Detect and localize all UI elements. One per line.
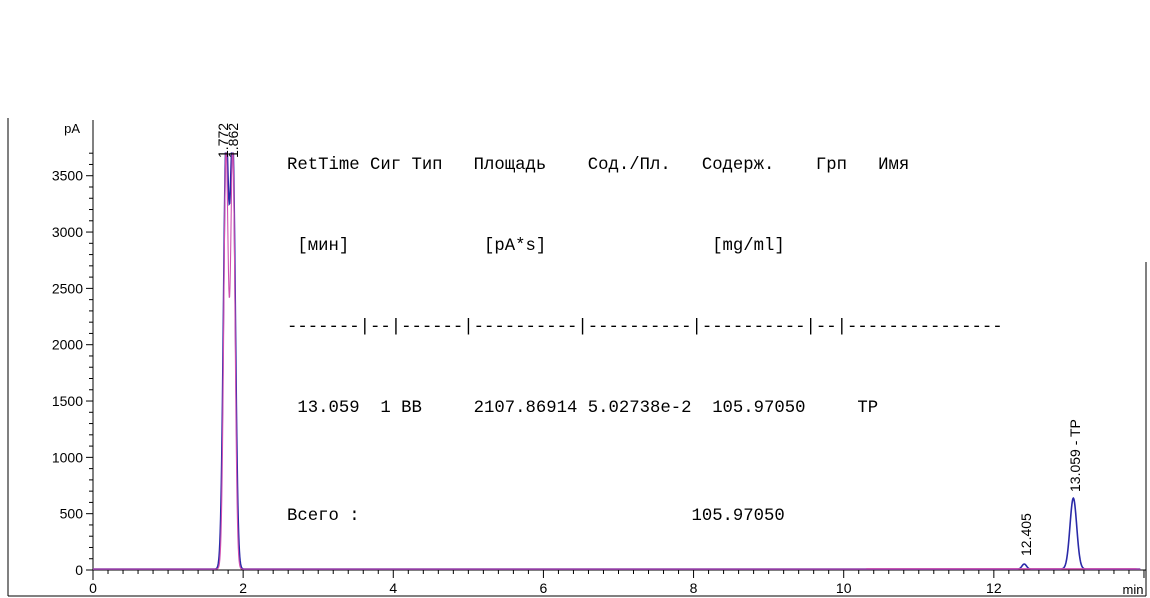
integration-report: RetTime Сиг Тип Площадь Сод./Пл. Содерж.… (287, 98, 1003, 557)
report-header-line2: [мин] [pA*s] [mg/ml] (287, 237, 785, 256)
report-header-line1: RetTime Сиг Тип Площадь Сод./Пл. Содерж.… (287, 156, 910, 175)
y-tick-label: 3000 (52, 224, 83, 240)
x-tick-label: 8 (690, 580, 698, 596)
y-tick-label: 3500 (52, 168, 83, 184)
report-separator: -------|--|------|----------|----------|… (287, 318, 1003, 337)
y-tick-label: 1000 (52, 449, 83, 465)
x-tick-label: 12 (986, 580, 1002, 596)
x-tick-label: 6 (540, 580, 548, 596)
x-tick-label: 10 (836, 580, 852, 596)
y-tick-label: 1500 (52, 393, 83, 409)
report-row: 13.059 1 BB 2107.86914 5.02738e-2 105.97… (287, 399, 879, 418)
peak-label: 12.405 (1018, 513, 1034, 556)
x-axis-unit-label: min (1123, 582, 1144, 597)
x-tick-label: 4 (389, 580, 397, 596)
y-tick-label: 2500 (52, 280, 83, 296)
peak-label: 13.059 - TP (1067, 419, 1083, 492)
x-tick-label: 0 (89, 580, 97, 596)
y-tick-label: 2000 (52, 337, 83, 353)
y-axis-unit-label: pA (64, 121, 80, 136)
x-tick-label: 2 (239, 580, 247, 596)
peak-label: 1.862 (225, 123, 241, 158)
report-total: Всего : 105.97050 (287, 507, 785, 526)
y-tick-label: 0 (75, 562, 83, 578)
y-tick-label: 500 (60, 506, 84, 522)
